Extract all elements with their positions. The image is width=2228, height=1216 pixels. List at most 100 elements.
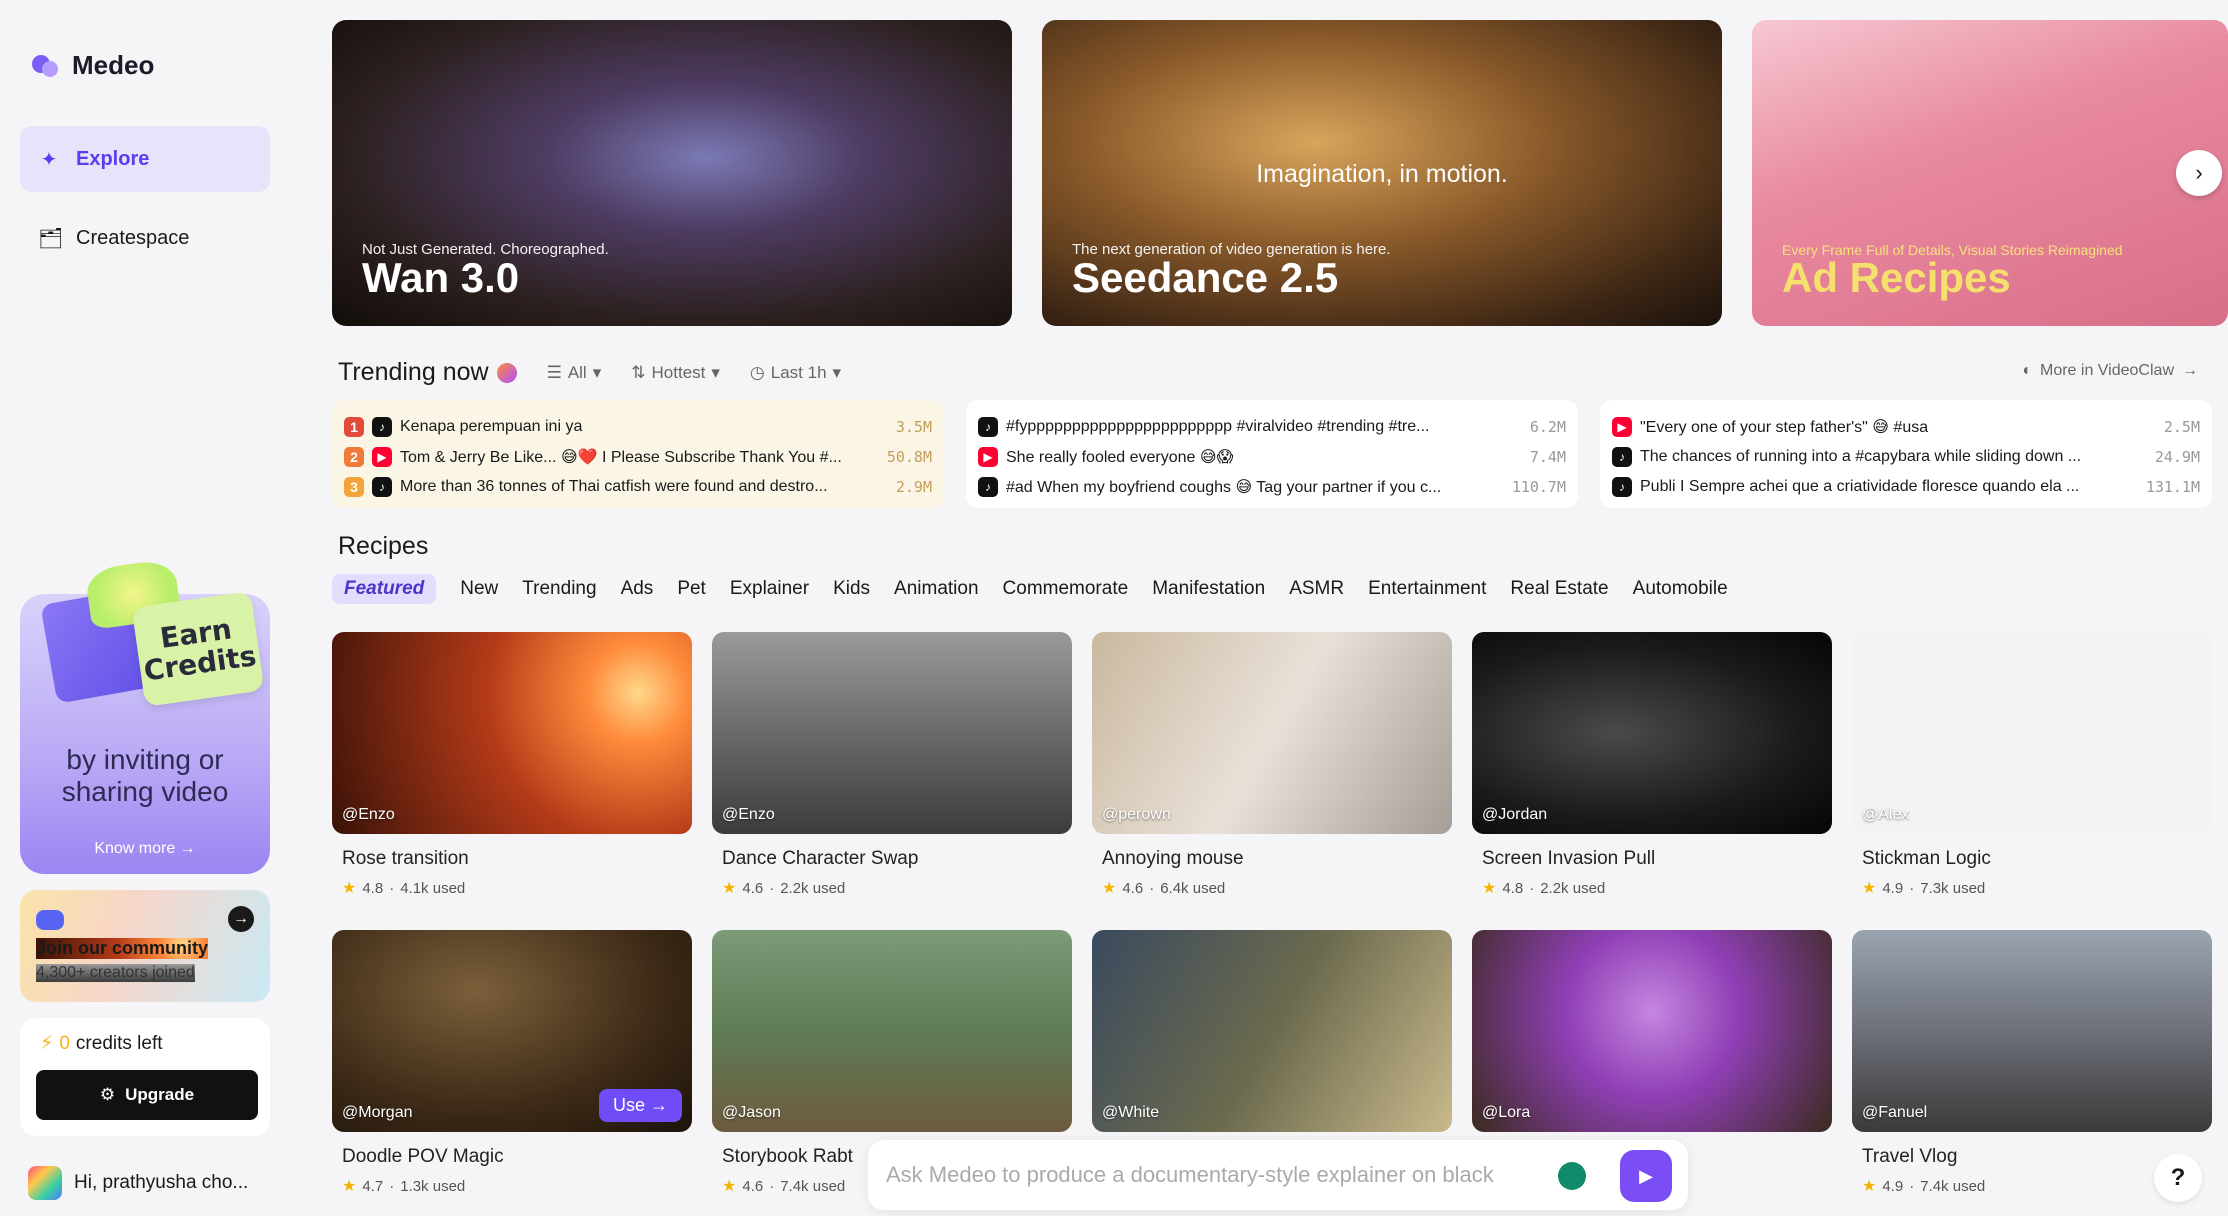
trending-item[interactable]: ▶ She really fooled everyone 😅😱 7.4M [978, 442, 1566, 472]
tab-real-estate[interactable]: Real Estate [1510, 578, 1608, 600]
recipe-thumbnail[interactable]: @Enzo [332, 632, 692, 834]
tab-asmr[interactable]: ASMR [1289, 578, 1344, 600]
time-range-dropdown[interactable]: ◷ Last 1h ▾ [750, 363, 841, 383]
recipe-card[interactable]: @Lora [1472, 930, 1832, 1132]
view-count: 24.9M [2154, 448, 2200, 466]
trending-item[interactable]: 2 ▶ Tom & Jerry Be Like... 😅❤️ I Please … [344, 442, 932, 472]
separator: · [769, 1177, 775, 1195]
sparkle-icon: ✦ [40, 148, 58, 171]
tab-entertainment[interactable]: Entertainment [1368, 578, 1486, 600]
tab-pet[interactable]: Pet [677, 578, 706, 600]
tiktok-icon: ♪ [1612, 477, 1632, 497]
trending-item[interactable]: ▶ "Every one of your step father's" 😅 #u… [1612, 412, 2200, 442]
recipe-card[interactable]: @Alex Stickman Logic ★ 4.9 · 7.3k used [1852, 632, 2212, 898]
recipe-thumbnail[interactable]: @White [1092, 930, 1452, 1132]
filter-label: All [567, 362, 587, 382]
creator-handle: @Jordan [1482, 806, 1548, 823]
recipe-used: 1.3k used [400, 1177, 466, 1195]
banner-wan[interactable]: Not Just Generated. Choreographed. Wan 3… [332, 20, 1012, 326]
recipe-card[interactable]: @Enzo Rose transition ★ 4.8 · 4.1k used [332, 632, 692, 898]
tab-ads[interactable]: Ads [621, 578, 654, 600]
sort-hottest-dropdown[interactable]: ⇅ Hottest ▾ [631, 363, 720, 383]
recipe-used: 7.4k used [1920, 1177, 1986, 1195]
view-count: 2.9M [895, 478, 932, 496]
arrow-right-icon: → [2182, 362, 2198, 379]
credits-label: credits left [75, 1032, 163, 1054]
banner-ad-recipes[interactable]: Every Frame Full of Details, Visual Stor… [1752, 20, 2228, 326]
trending-item[interactable]: 3 ♪ More than 36 tonnes of Thai catfish … [344, 472, 932, 502]
tab-animation[interactable]: Animation [894, 578, 979, 600]
recipe-thumbnail[interactable]: @Fanuel [1852, 930, 2212, 1132]
recipe-thumbnail[interactable]: @Jason [712, 930, 1072, 1132]
rank-badge: 1 [344, 417, 364, 437]
tab-explainer[interactable]: Explainer [730, 578, 809, 600]
recipe-card[interactable]: @Fanuel Travel Vlog ★ 4.9 · 7.4k used [1852, 930, 2212, 1196]
tiktok-icon: ♪ [372, 417, 392, 437]
tab-featured[interactable]: Featured [332, 574, 437, 604]
recipe-thumbnail[interactable]: @Jordan [1472, 632, 1832, 834]
recipe-card[interactable]: @perown Annoying mouse ★ 4.6 · 6.4k used [1092, 632, 1452, 898]
trending-item[interactable]: ♪ #fyppppppppppppppppppppppp #viralvideo… [978, 412, 1566, 442]
trending-group-2: ♪ #fyppppppppppppppppppppppp #viralvideo… [966, 400, 1578, 508]
recipe-card[interactable]: @Morgan Use → Doodle POV Magic ★ 4.7 · 1… [332, 930, 692, 1196]
recipe-card[interactable]: @Enzo Dance Character Swap ★ 4.6 · 2.2k … [712, 632, 1072, 898]
filter-icon: ☰ [546, 362, 562, 382]
tab-kids[interactable]: Kids [833, 578, 870, 600]
tab-trending[interactable]: Trending [522, 578, 596, 600]
recipe-thumbnail[interactable]: @Enzo [712, 632, 1072, 834]
upgrade-button[interactable]: ⚙ Upgrade [36, 1070, 258, 1120]
tab-new[interactable]: New [460, 578, 498, 600]
folder-icon: 🗂 [38, 227, 64, 250]
recipe-card[interactable]: @White [1092, 930, 1452, 1132]
trending-item[interactable]: ♪ The chances of running into a #capybar… [1612, 442, 2200, 472]
star-icon: ★ [342, 880, 357, 897]
promo-text-line-2: sharing video [61, 776, 229, 807]
nav-item-explore[interactable]: ✦ Explore [20, 126, 270, 192]
recipe-thumbnail[interactable]: @Alex [1852, 632, 2212, 834]
recipe-name: Annoying mouse [1102, 848, 1244, 869]
use-button[interactable]: Use → [598, 1089, 682, 1122]
recipe-thumbnail[interactable]: @Morgan Use → [332, 930, 692, 1132]
earn-credits-promo[interactable]: Earn Credits by inviting or sharing vide… [20, 558, 270, 874]
filter-all-dropdown[interactable]: ☰ All ▾ [547, 363, 602, 383]
more-in-videoclaw-link[interactable]: ◐ More in VideoClaw → [2022, 362, 2198, 380]
recipe-meta: ★ 4.8 · 2.2k used [1472, 878, 1832, 898]
trending-text: #ad When my boyfriend coughs 😅 Tag your … [1006, 479, 1442, 496]
sort-label: Hottest [651, 362, 706, 382]
know-more-link[interactable]: Know more → [20, 840, 270, 858]
recipe-used: 4.1k used [400, 879, 466, 897]
star-icon: ★ [1862, 880, 1877, 897]
community-card[interactable]: → Join our community 4,300+ creators joi… [20, 890, 270, 1002]
star-icon: ★ [722, 880, 737, 897]
lightning-icon: ⚡ [40, 1033, 54, 1054]
send-button[interactable]: ▶ [1620, 1150, 1672, 1202]
nav-item-createspace[interactable]: 🗂 Createspace [20, 205, 270, 271]
user-menu[interactable]: Hi, prathyusha cho... [28, 1166, 248, 1200]
sort-icon: ⇅ [631, 362, 646, 382]
recipe-used: 2.2k used [780, 879, 846, 897]
arrow-right-icon[interactable]: → [228, 906, 254, 932]
tab-automobile[interactable]: Automobile [1633, 578, 1728, 600]
recipe-name: Rose transition [342, 848, 469, 869]
avatar [28, 1166, 62, 1200]
banner-seedance[interactable]: Imagination, in motion. The next generat… [1042, 20, 1722, 326]
help-button[interactable]: ? [2154, 1154, 2202, 1202]
recipe-thumbnail[interactable]: @Lora [1472, 930, 1832, 1132]
trending-group-3: ▶ "Every one of your step father's" 😅 #u… [1600, 400, 2212, 508]
chevron-right-icon[interactable]: › [2176, 150, 2222, 196]
trending-item[interactable]: ♪ #ad When my boyfriend coughs 😅 Tag you… [978, 472, 1566, 502]
prompt-input[interactable] [886, 1158, 1526, 1192]
agent-icon[interactable] [1558, 1162, 1586, 1190]
view-count: 6.2M [1529, 418, 1566, 436]
separator: · [389, 879, 395, 897]
logo[interactable]: Medeo [30, 50, 154, 81]
tab-commemorate[interactable]: Commemorate [1003, 578, 1129, 600]
trending-item[interactable]: ♪ Publi I Sempre achei que a criatividad… [1612, 472, 2200, 502]
trending-item[interactable]: 1 ♪ Kenapa perempuan ini ya 3.5M [344, 412, 932, 442]
recipe-card[interactable]: @Jordan Screen Invasion Pull ★ 4.8 · 2.2… [1472, 632, 1832, 898]
tab-manifestation[interactable]: Manifestation [1152, 578, 1265, 600]
rank-badge: 2 [344, 447, 364, 467]
recipe-thumbnail[interactable]: @perown [1092, 632, 1452, 834]
more-link-label: More in VideoClaw [2040, 362, 2174, 379]
credits-count: 0 [59, 1032, 70, 1054]
